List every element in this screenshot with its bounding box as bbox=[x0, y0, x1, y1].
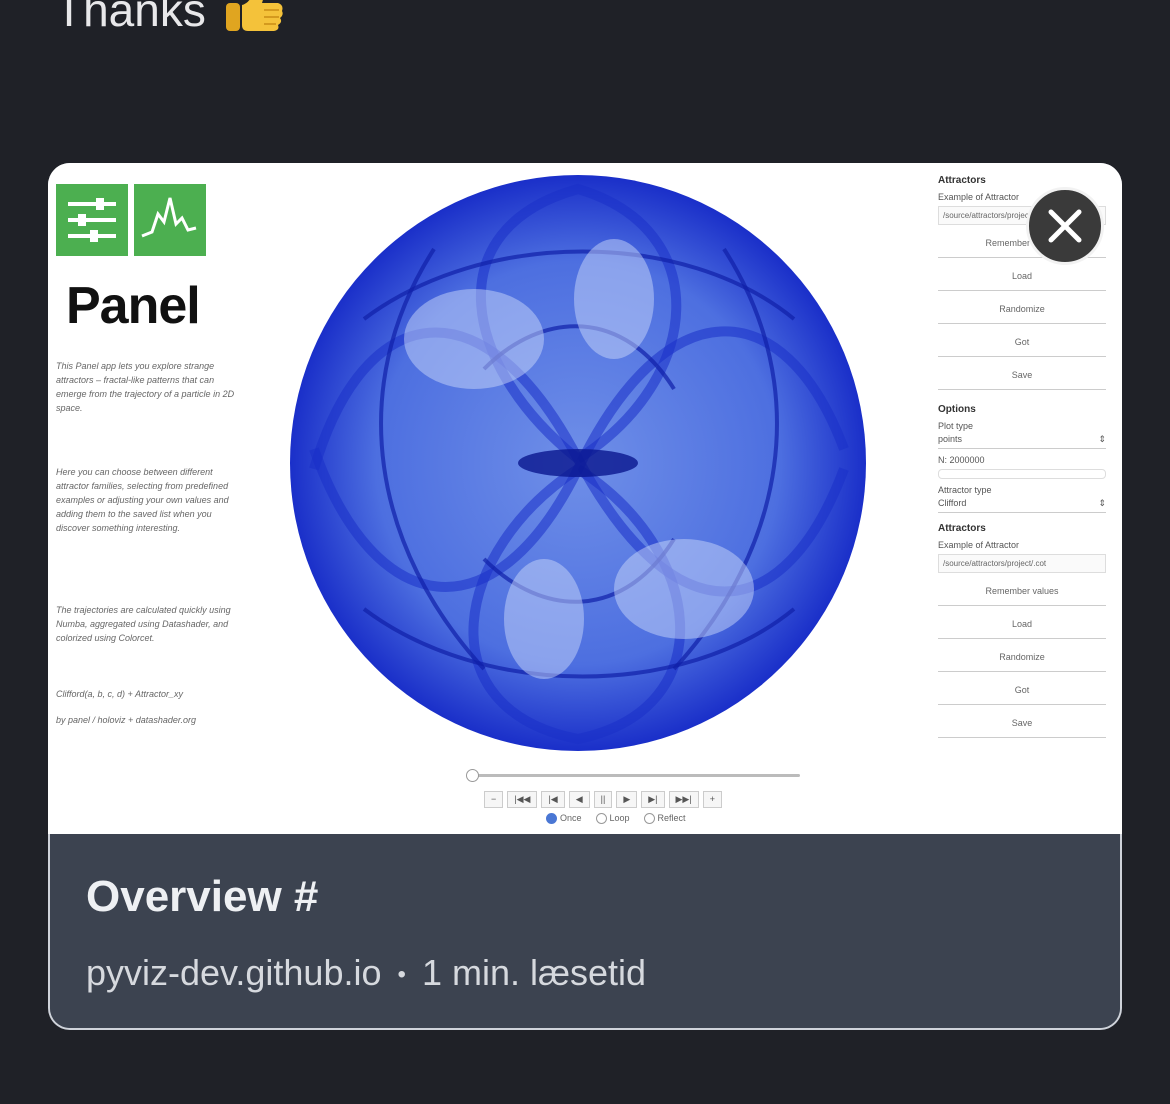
chart-icon bbox=[134, 184, 206, 256]
select-arrow-icon: ⇕ bbox=[1098, 498, 1106, 508]
close-button[interactable] bbox=[1026, 187, 1104, 265]
message-text: Thanks bbox=[55, 0, 286, 38]
play-button[interactable]: ▶ bbox=[616, 791, 638, 808]
playback-buttons: − |◀◀ |◀ ◀ || ▶ ▶| ▶▶| + bbox=[484, 791, 722, 808]
attractors-heading: Attractors bbox=[938, 175, 986, 186]
first-frame-button[interactable]: |◀◀ bbox=[507, 791, 538, 808]
attractors-heading-2: Attractors bbox=[938, 523, 986, 534]
preview-image[interactable]: Panel This Panel app lets you explore st… bbox=[48, 163, 1122, 834]
loop-option-reflect[interactable]: Reflect bbox=[643, 813, 686, 825]
slower-button[interactable]: − bbox=[484, 791, 504, 808]
last-frame-button[interactable]: ▶▶| bbox=[668, 791, 699, 808]
description-1: This Panel app lets you explore strange … bbox=[56, 361, 235, 413]
plot-type-label: Plot type bbox=[938, 421, 974, 431]
meta-separator: • bbox=[397, 961, 406, 989]
card-footer[interactable]: Overview # pyviz-dev.github.io • 1 min. … bbox=[50, 834, 1120, 1028]
frame-slider-handle[interactable] bbox=[466, 769, 479, 782]
card-meta: pyviz-dev.github.io • 1 min. læsetid bbox=[86, 952, 646, 994]
frame-slider-track[interactable] bbox=[470, 774, 800, 777]
got-button-2[interactable]: Got bbox=[938, 676, 1106, 705]
remember-values-button-2[interactable]: Remember values bbox=[938, 577, 1106, 606]
save-button[interactable]: Save bbox=[938, 361, 1106, 390]
faster-button[interactable]: + bbox=[702, 791, 722, 808]
attractor-type-label: Attractor type bbox=[938, 485, 992, 495]
randomize-button-2[interactable]: Randomize bbox=[938, 643, 1106, 672]
close-icon bbox=[1048, 209, 1082, 243]
panel-logo-text: Panel bbox=[66, 277, 201, 335]
randomize-button[interactable]: Randomize bbox=[938, 295, 1106, 324]
example-input-2[interactable]: /source/attractors/project/.cot bbox=[938, 554, 1106, 573]
thumbs-up-icon bbox=[225, 0, 283, 31]
message-body: Thanks bbox=[55, 0, 206, 36]
plot-type-select[interactable]: points ⇕ bbox=[938, 431, 1106, 449]
card-title[interactable]: Overview # bbox=[86, 872, 318, 922]
footer-note-2: by panel / holoviz + datashader.org bbox=[56, 715, 197, 725]
save-button-2[interactable]: Save bbox=[938, 709, 1106, 738]
loop-option-loop[interactable]: Loop bbox=[595, 813, 630, 825]
link-preview-card[interactable]: Panel This Panel app lets you explore st… bbox=[48, 163, 1122, 1030]
card-read-time: 1 min. læsetid bbox=[421, 952, 647, 993]
card-domain: pyviz-dev.github.io bbox=[86, 952, 382, 993]
description-2: Here you can choose between different at… bbox=[56, 467, 229, 533]
pause-button[interactable]: || bbox=[593, 791, 613, 808]
load-button[interactable]: Load bbox=[938, 262, 1106, 291]
play-reverse-button[interactable]: ◀ bbox=[568, 791, 590, 808]
attractor-plot bbox=[290, 175, 866, 751]
description-3: The trajectories are calculated quickly … bbox=[56, 605, 231, 643]
n-slider[interactable] bbox=[938, 469, 1106, 479]
attractor-type-select[interactable]: Clifford ⇕ bbox=[938, 495, 1106, 513]
select-arrow-icon: ⇕ bbox=[1098, 434, 1106, 444]
n-label: N: 2000000 bbox=[938, 455, 985, 465]
example-label-2: Example of Attractor bbox=[938, 540, 1020, 550]
loop-option-once[interactable]: Once bbox=[546, 813, 582, 825]
sliders-icon bbox=[56, 184, 128, 256]
next-frame-button[interactable]: ▶| bbox=[641, 791, 665, 808]
load-button-2[interactable]: Load bbox=[938, 610, 1106, 639]
previous-frame-button[interactable]: |◀ bbox=[541, 791, 565, 808]
loop-options: Once Loop Reflect bbox=[546, 813, 686, 825]
got-button[interactable]: Got bbox=[938, 328, 1106, 357]
footer-note-1: Clifford(a, b, c, d) + Attractor_xy bbox=[56, 689, 183, 699]
options-heading: Options bbox=[938, 404, 976, 415]
